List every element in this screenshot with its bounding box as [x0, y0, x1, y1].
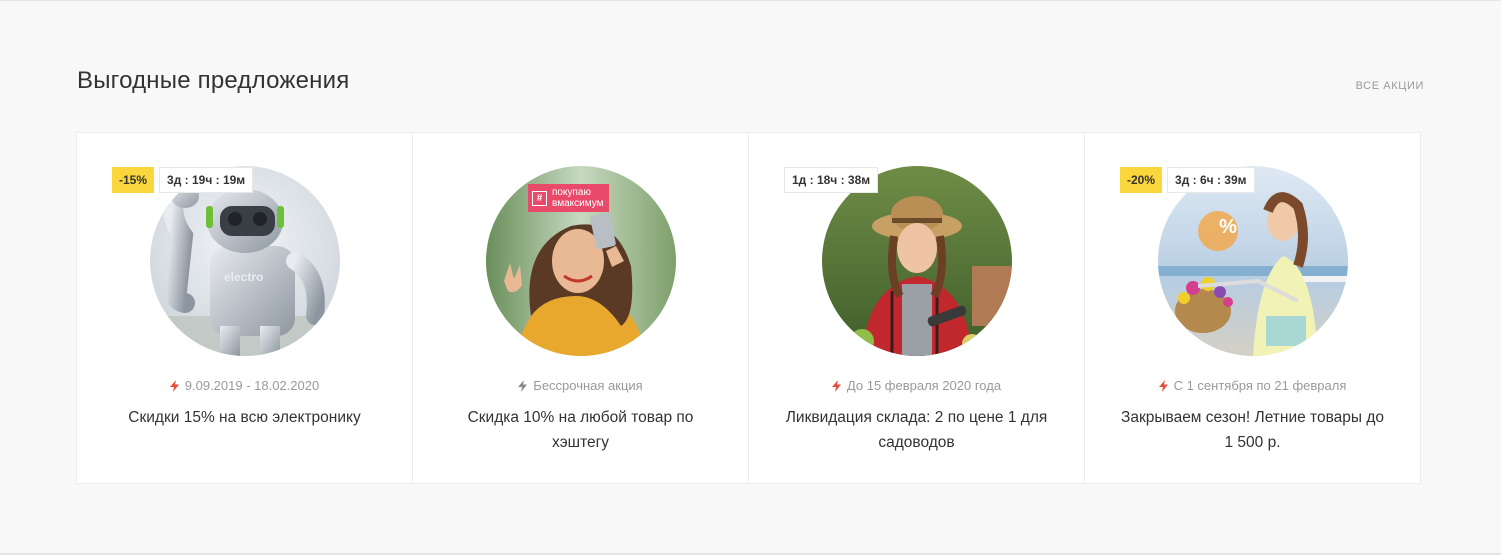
offer-title[interactable]: Скидки 15% на всю электронику — [107, 405, 382, 430]
discount-badge: -20% — [1120, 167, 1163, 193]
offer-date: До 15 февраля 2020 года — [749, 378, 1084, 393]
lightning-icon — [169, 380, 179, 392]
section-title: Выгодные предложения — [77, 67, 350, 94]
offer-badges: -15% 3д : 19ч : 19м — [112, 167, 254, 193]
hashtag-sticker: # покупаю вмаксимум — [528, 184, 610, 212]
offer-date: С 1 сентября по 21 февраля — [1085, 378, 1420, 393]
offer-card-electronics[interactable]: electro -15% 3д : 19ч : 19м 9.09.2019 - … — [77, 133, 413, 483]
offer-date: Бессрочная акция — [413, 378, 748, 393]
countdown-timer: 1д : 18ч : 38м — [784, 167, 879, 193]
offer-title[interactable]: Скидка 10% на любой товар по хэштегу — [443, 405, 718, 455]
offer-date: 9.09.2019 - 18.02.2020 — [77, 378, 412, 393]
offer-date-text: Бессрочная акция — [533, 378, 643, 393]
all-promotions-link[interactable]: ВСЕ АКЦИИ — [1356, 80, 1424, 92]
offer-title[interactable]: Закрываем сезон! Летние товары до 1 500 … — [1115, 405, 1390, 455]
hashtag-line-1: покупаю — [552, 187, 591, 198]
offer-card-hashtag[interactable]: # покупаю вмаксимум Бессрочная акция Ски… — [413, 133, 749, 483]
offers-list: electro -15% 3д : 19ч : 19м 9.09.2019 - … — [76, 132, 1421, 484]
selfie-hashtag-photo: # покупаю вмаксимум — [486, 166, 676, 356]
lightning-icon — [518, 380, 528, 392]
countdown-timer: 3д : 19ч : 19м — [159, 167, 254, 193]
offer-badges: -20% 3д : 6ч : 39м — [1120, 167, 1255, 193]
hashtag-line-2: вмаксимум — [552, 198, 604, 209]
summer-bicycle-photo: % — [1158, 166, 1348, 356]
percent-balloon: % — [1219, 216, 1237, 238]
countdown-timer: 3д : 6ч : 39м — [1167, 167, 1255, 193]
svg-text:electro: electro — [224, 270, 263, 284]
offer-card-summer[interactable]: % -20% 3д : 6ч : 39м С 1 сентября по 21 … — [1085, 133, 1420, 483]
robot-electronics-photo: electro — [150, 166, 340, 356]
offer-badges: 1д : 18ч : 38м — [784, 167, 879, 193]
offer-card-garden[interactable]: 1д : 18ч : 38м До 15 февраля 2020 года Л… — [749, 133, 1085, 483]
offer-title[interactable]: Ликвидация склада: 2 по цене 1 для садов… — [779, 405, 1054, 455]
lightning-icon — [831, 380, 841, 392]
offer-date-text: 9.09.2019 - 18.02.2020 — [184, 378, 320, 393]
discount-badge: -15% — [112, 167, 155, 193]
offer-date-text: До 15 февраля 2020 года — [846, 378, 1002, 393]
hashtag-icon: # — [532, 190, 547, 206]
gardener-photo — [822, 166, 1012, 356]
offer-date-text: С 1 сентября по 21 февраля — [1173, 378, 1347, 393]
lightning-icon — [1158, 380, 1168, 392]
